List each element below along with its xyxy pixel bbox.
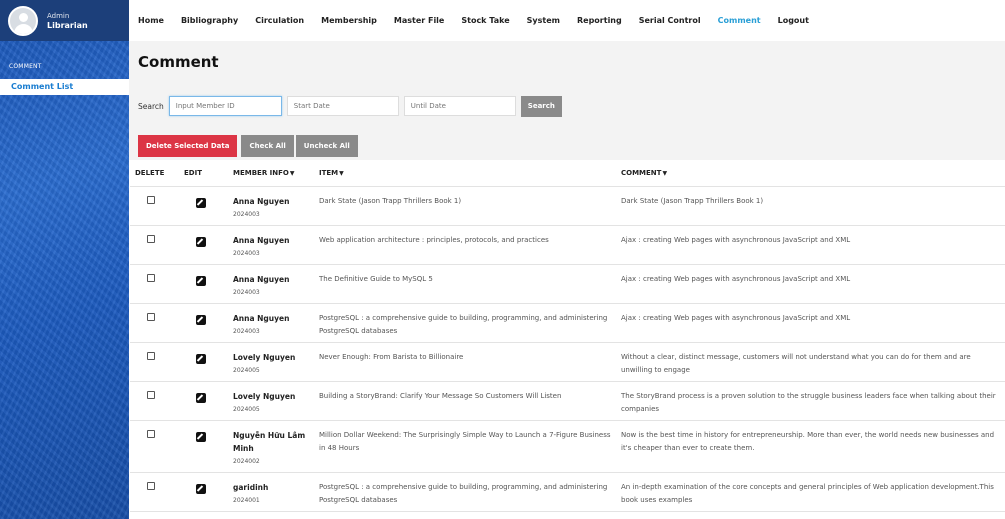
comment-text: The StoryBrand process is a proven solut… [616, 381, 1005, 421]
comment-table: DELETE EDIT MEMBER INFO▼ ITEM▼ COMMENT▼ … [130, 160, 1005, 512]
comment-text: Now is the best time in history for entr… [616, 420, 1005, 473]
action-bar: Delete Selected Data Check All Uncheck A… [129, 128, 1005, 160]
sidebar: Admin Librarian COMMENT Comment List [0, 0, 129, 519]
member-id-input[interactable] [168, 96, 282, 116]
member-id: 2024005 [233, 405, 260, 413]
uncheck-all-button[interactable]: Uncheck All [295, 135, 358, 157]
edit-icon[interactable] [196, 483, 206, 494]
start-date-input[interactable] [286, 96, 399, 116]
item-title: Web application architecture : principle… [314, 225, 616, 265]
item-title: Never Enough: From Barista to Billionair… [314, 342, 616, 382]
table-row: Anna Nguyen 2024003 The Definitive Guide t… [130, 264, 1005, 304]
member-id: 2024003 [233, 327, 260, 335]
nav-master-file[interactable]: Master File [394, 16, 444, 25]
row-delete-checkbox[interactable] [147, 351, 155, 360]
main-content: Comment Search Search Delete Selected Da… [129, 41, 1005, 519]
row-delete-checkbox[interactable] [147, 390, 155, 399]
sort-caret-icon: ▼ [662, 169, 668, 177]
member-name: Anna Nguyen [233, 196, 290, 206]
nav-serial-control[interactable]: Serial Control [639, 16, 701, 25]
edit-icon[interactable] [196, 392, 206, 403]
nav-bibliography[interactable]: Bibliography [181, 16, 238, 25]
until-date-input[interactable] [403, 96, 516, 116]
member-name: garidinh [233, 482, 269, 492]
comment-text: Ajax : creating Web pages with asynchron… [616, 264, 1005, 304]
header-comment[interactable]: COMMENT▼ [616, 160, 1005, 187]
item-title: Building a StoryBrand: Clarify Your Mess… [314, 381, 616, 421]
comment-text: Ajax : creating Web pages with asynchron… [616, 303, 1005, 343]
member-id: 2024005 [233, 366, 260, 374]
row-delete-checkbox[interactable] [147, 273, 155, 282]
table-row: Lovely Nguyen 2024005 Building a StoryBran… [130, 381, 1005, 421]
nav-logout[interactable]: Logout [778, 16, 809, 25]
nav-stock-take[interactable]: Stock Take [461, 16, 509, 25]
row-delete-checkbox[interactable] [147, 234, 155, 243]
edit-icon[interactable] [196, 353, 206, 364]
search-bar: Search Search [129, 84, 1005, 128]
table-row: Anna Nguyen 2024003 PostgreSQL : a compreh… [130, 303, 1005, 343]
row-delete-checkbox[interactable] [147, 481, 155, 490]
nav-membership[interactable]: Membership [321, 16, 377, 25]
nav-system[interactable]: System [527, 16, 560, 25]
table-row: Anna Nguyen 2024003 Web application archit… [130, 225, 1005, 265]
edit-icon[interactable] [196, 236, 206, 247]
item-title: Million Dollar Weekend: The Surprisingly… [314, 420, 616, 473]
table-row: Anna Nguyen 2024003 Dark State (Jason Trap… [130, 186, 1005, 226]
comment-text: An in-depth examination of the core conc… [616, 472, 1005, 512]
member-id: 2024003 [233, 288, 260, 296]
item-title: The Definitive Guide to MySQL 5 [314, 264, 616, 304]
edit-icon[interactable] [196, 275, 206, 286]
edit-icon[interactable] [196, 314, 206, 325]
search-button[interactable]: Search [520, 95, 562, 117]
member-name: Anna Nguyen [233, 313, 290, 323]
table-row: garidinh 2024001 PostgreSQL : a comprehens… [130, 472, 1005, 512]
member-id: 2024003 [233, 249, 260, 257]
user-panel: Admin Librarian [0, 0, 129, 41]
nav-reporting[interactable]: Reporting [577, 16, 622, 25]
item-title: Dark State (Jason Trapp Thrillers Book 1… [314, 186, 616, 226]
check-all-button[interactable]: Check All [241, 135, 294, 157]
row-delete-checkbox[interactable] [147, 312, 155, 321]
nav-circulation[interactable]: Circulation [255, 16, 304, 25]
top-nav: Home Bibliography Circulation Membership… [129, 0, 1005, 41]
member-id: 2024003 [233, 210, 260, 218]
table-row: Nguyễn Hữu Lâm Minh 2024002 Million Dollar… [130, 420, 1005, 473]
member-id: 2024002 [233, 457, 260, 465]
member-name: Lovely Nguyen [233, 391, 296, 401]
sort-caret-icon: ▼ [339, 169, 344, 177]
delete-selected-button[interactable]: Delete Selected Data [138, 135, 238, 157]
member-name: Anna Nguyen [233, 235, 290, 245]
user-name: Librarian [47, 20, 88, 30]
member-name: Anna Nguyen [233, 274, 290, 284]
sidebar-section-title: COMMENT [9, 63, 42, 70]
member-name: Lovely Nguyen [233, 352, 296, 362]
sidebar-item-comment-list[interactable]: Comment List [0, 79, 129, 95]
member-name: Nguyễn Hữu Lâm Minh [233, 430, 306, 453]
comment-text: Ajax : creating Web pages with asynchron… [616, 225, 1005, 265]
comment-text: Without a clear, distinct message, custo… [616, 342, 1005, 382]
edit-icon[interactable] [196, 197, 206, 208]
nav-home[interactable]: Home [138, 16, 164, 25]
member-id: 2024001 [233, 496, 260, 504]
header-delete: DELETE [130, 160, 179, 187]
row-delete-checkbox[interactable] [147, 195, 155, 204]
header-member-info[interactable]: MEMBER INFO▼ [228, 160, 314, 187]
row-delete-checkbox[interactable] [147, 429, 155, 438]
item-title: PostgreSQL : a comprehensive guide to bu… [314, 472, 616, 512]
header-edit: EDIT [179, 160, 228, 187]
user-role: Admin [47, 11, 70, 20]
header-item[interactable]: ITEM▼ [314, 160, 616, 187]
comment-text: Dark State (Jason Trapp Thrillers Book 1… [616, 186, 1005, 226]
avatar [8, 5, 38, 36]
page-title: Comment [138, 53, 219, 71]
nav-comment[interactable]: Comment [718, 16, 761, 25]
search-label: Search [138, 101, 164, 111]
sort-caret-icon: ▼ [289, 169, 295, 177]
table-row: Lovely Nguyen 2024005 Never Enough: From B… [130, 342, 1005, 382]
item-title: PostgreSQL : a comprehensive guide to bu… [314, 303, 616, 343]
edit-icon[interactable] [196, 431, 206, 442]
